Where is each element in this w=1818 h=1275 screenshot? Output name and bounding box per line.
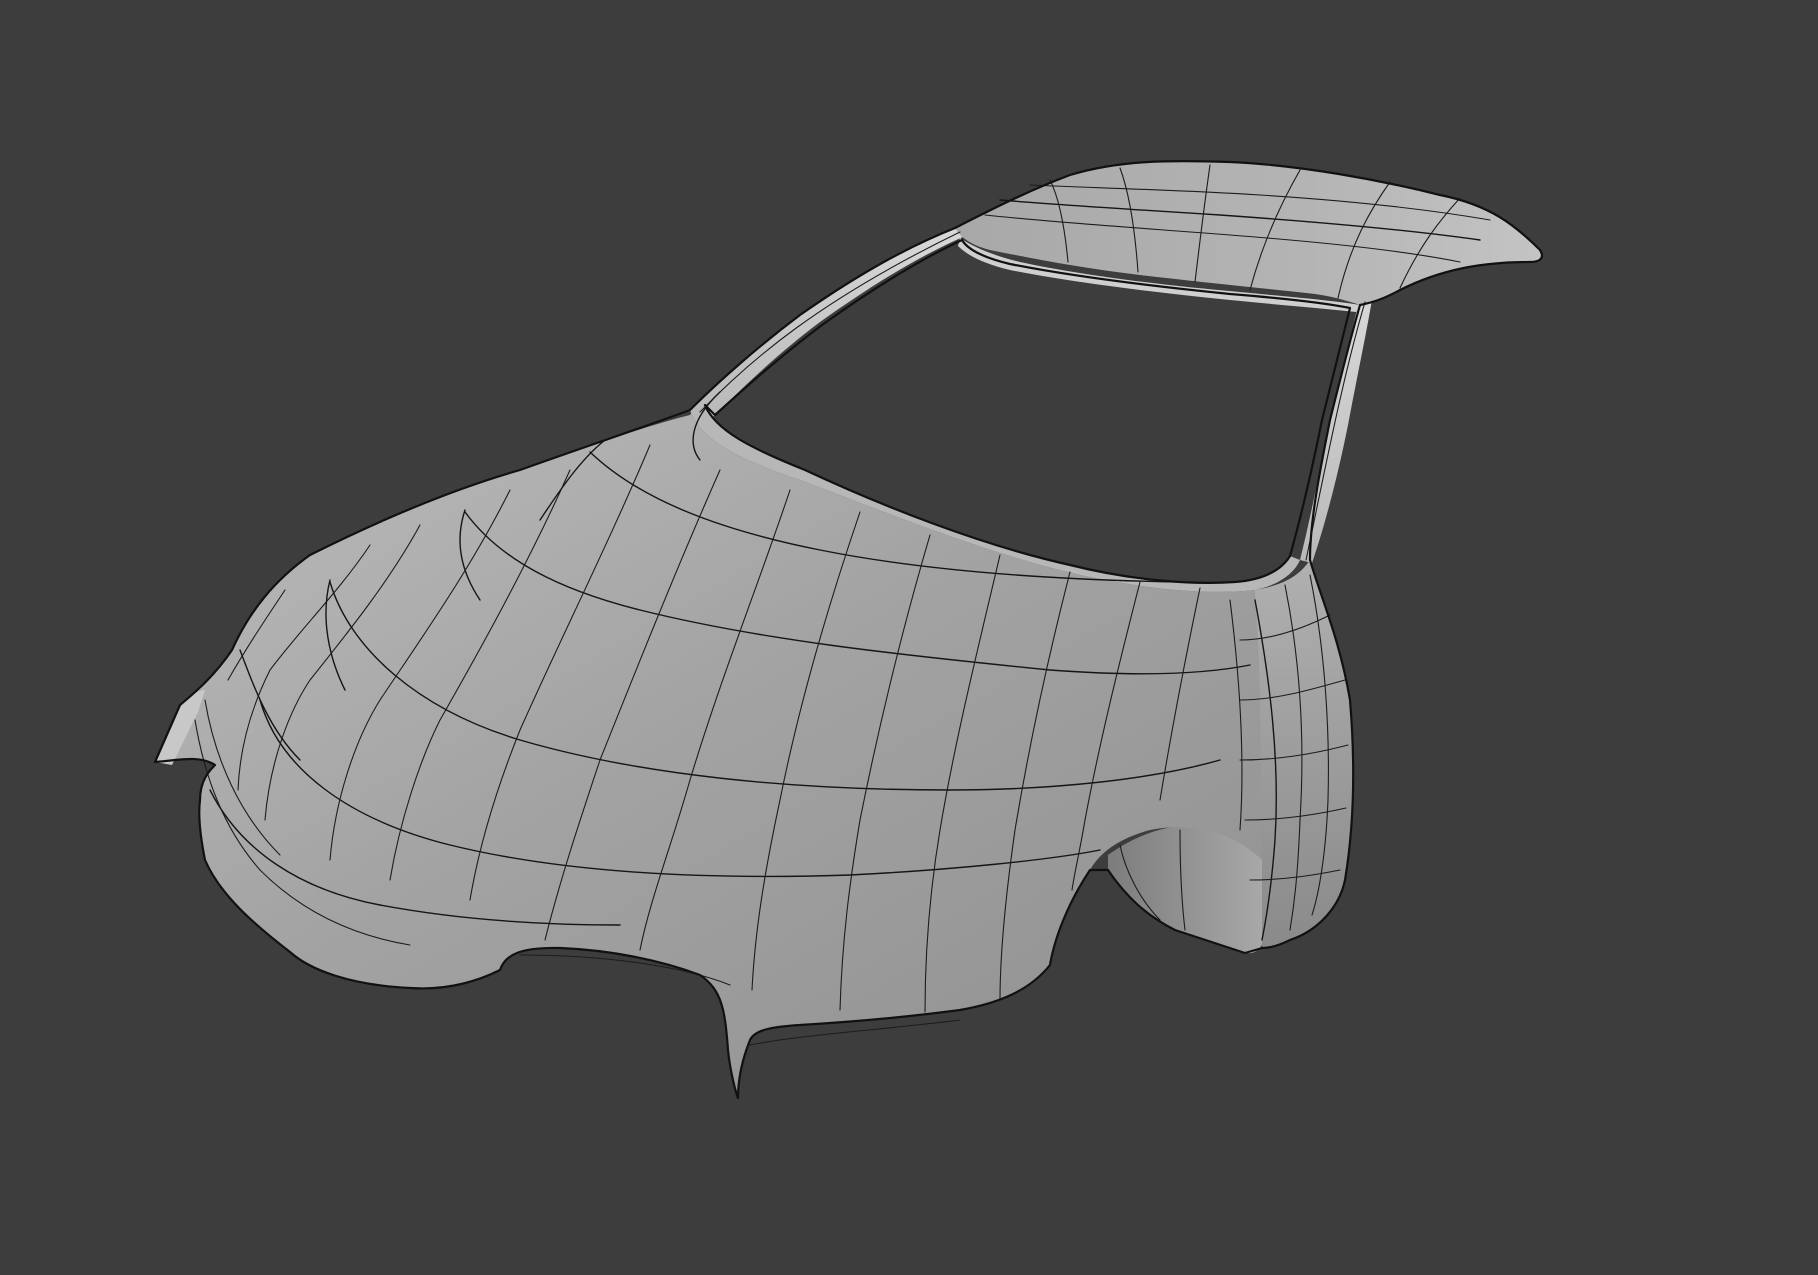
viewport-canvas[interactable] bbox=[0, 0, 1818, 1275]
roof-surface bbox=[955, 161, 1542, 305]
3d-viewport[interactable] bbox=[0, 0, 1818, 1275]
a-pillar-right bbox=[1300, 300, 1372, 563]
car-body-mesh[interactable] bbox=[153, 159, 1544, 1100]
a-pillar-left bbox=[690, 228, 965, 418]
hood-surface bbox=[155, 392, 1354, 1098]
